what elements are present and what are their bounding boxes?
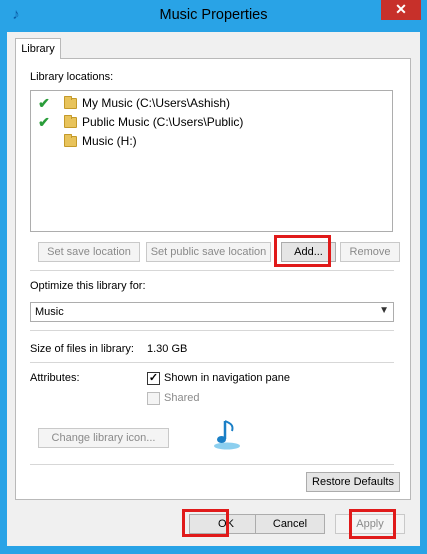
divider	[30, 270, 394, 271]
dialog-client: Library Library locations: ✔ My Music (C…	[7, 32, 420, 546]
apply-button-highlight	[349, 509, 396, 539]
attributes-label: Attributes:	[30, 372, 80, 384]
folder-icon	[64, 134, 77, 147]
restore-defaults-button[interactable]: Restore Defaults	[306, 472, 400, 492]
list-item[interactable]: ✔ Public Music (C:\Users\Public)	[36, 114, 376, 132]
checkmark-icon: ✔	[38, 95, 50, 111]
shared-checkbox[interactable]	[147, 392, 160, 405]
public-checkmark-icon: ✔	[38, 114, 50, 130]
size-value: 1.30 GB	[147, 343, 188, 355]
location-label: My Music (C:\Users\Ashish)	[82, 96, 231, 110]
remove-button[interactable]: Remove	[340, 242, 400, 262]
optimize-value: Music	[35, 306, 64, 318]
library-tab-panel: Library locations: ✔ My Music (C:\Users\…	[15, 58, 411, 500]
window-title: Music Properties	[159, 7, 268, 23]
ok-button-highlight	[182, 509, 229, 537]
change-library-icon-button[interactable]: Change library icon...	[38, 428, 169, 448]
divider	[30, 464, 394, 465]
title-bar[interactable]: ♪ Music Properties ✕	[0, 0, 427, 32]
set-save-location-button[interactable]: Set save location	[38, 242, 140, 262]
library-music-icon	[214, 420, 240, 450]
folder-icon	[64, 96, 77, 109]
shown-in-nav-label[interactable]: Shown in navigation pane	[164, 372, 290, 384]
chevron-down-icon: ▼	[379, 305, 389, 316]
shared-label[interactable]: Shared	[164, 392, 199, 404]
set-public-save-location-button[interactable]: Set public save location	[146, 242, 271, 262]
optimize-select[interactable]: Music ▼	[30, 302, 394, 322]
shown-in-nav-checkbox[interactable]: ✓	[147, 372, 160, 385]
tab-library[interactable]: Library	[15, 38, 61, 59]
cancel-button[interactable]: Cancel	[255, 514, 325, 534]
divider	[30, 330, 394, 331]
empty-mark	[36, 133, 52, 149]
optimize-label: Optimize this library for:	[30, 280, 146, 292]
location-label: Music (H:)	[82, 134, 137, 148]
folder-icon	[64, 115, 77, 128]
add-button-highlight	[274, 235, 331, 267]
location-label: Public Music (C:\Users\Public)	[82, 115, 244, 129]
properties-window: ♪ Music Properties ✕ Library Library loc…	[0, 0, 427, 554]
close-button[interactable]: ✕	[381, 0, 421, 20]
divider	[30, 362, 394, 363]
library-locations-label: Library locations:	[30, 71, 114, 83]
library-locations-list[interactable]: ✔ My Music (C:\Users\Ashish) ✔ Public Mu…	[30, 90, 393, 232]
list-item[interactable]: ✔ My Music (C:\Users\Ashish)	[36, 95, 376, 113]
size-label: Size of files in library:	[30, 343, 134, 355]
list-item[interactable]: Music (H:)	[36, 133, 376, 151]
